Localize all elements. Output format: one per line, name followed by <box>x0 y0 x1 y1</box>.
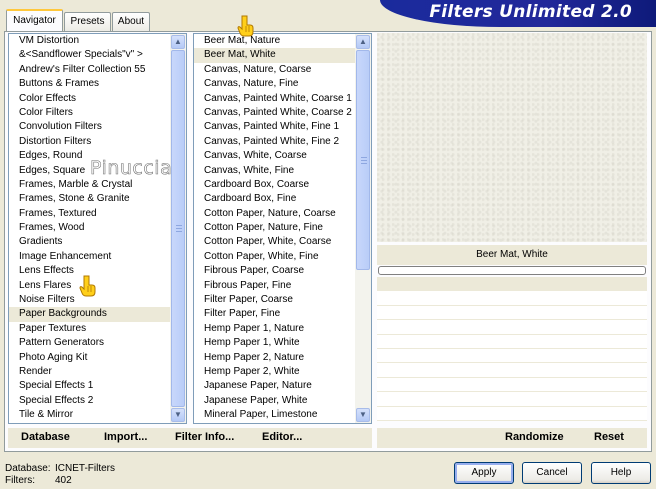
filter-list-item[interactable]: Cotton Paper, Nature, Fine <box>194 221 355 235</box>
parameter-row[interactable] <box>377 320 647 335</box>
filter-list-item[interactable]: Canvas, Nature, Fine <box>194 77 355 91</box>
filter-list-item[interactable]: Hemp Paper 1, White <box>194 336 355 350</box>
filter-list-item[interactable]: Canvas, Painted White, Fine 2 <box>194 135 355 149</box>
app-banner: Filters Unlimited 2.0 <box>380 0 656 27</box>
filter-list-item[interactable]: Mineral Paper, Limestone <box>194 408 355 422</box>
list-toolbar: Database Import... Filter Info... Editor… <box>8 428 372 448</box>
filter-list-item[interactable]: Cardboard Box, Fine <box>194 192 355 206</box>
pointing-hand-icon <box>78 274 98 301</box>
category-list-item[interactable]: Convolution Filters <box>9 120 170 134</box>
scroll-thumb[interactable] <box>356 50 370 270</box>
preview-toolbar: Randomize Reset <box>377 428 647 448</box>
scroll-down-arrow-icon[interactable]: ▼ <box>171 408 185 422</box>
filter-scrollbar[interactable]: ▲ ▼ <box>355 34 371 423</box>
category-list-item[interactable]: Frames, Stone & Granite <box>9 192 170 206</box>
parameter-row[interactable] <box>377 363 647 378</box>
category-list-item[interactable]: Buttons & Frames <box>9 77 170 91</box>
category-list-item[interactable]: Render <box>9 365 170 379</box>
preview-parameter-field[interactable] <box>378 266 646 275</box>
filter-list-item[interactable]: Canvas, White, Fine <box>194 164 355 178</box>
filter-list-item[interactable]: Filter Paper, Coarse <box>194 293 355 307</box>
cancel-button[interactable]: Cancel <box>522 462 582 484</box>
tab-about[interactable]: About <box>112 12 150 31</box>
category-list-item[interactable]: Frames, Marble & Crystal <box>9 178 170 192</box>
randomize-button[interactable]: Randomize <box>505 431 564 443</box>
filter-list-item[interactable]: Hemp Paper 2, Nature <box>194 351 355 365</box>
editor-button[interactable]: Editor... <box>262 431 302 443</box>
filter-list-item[interactable]: Hemp Paper 1, Nature <box>194 322 355 336</box>
filter-list-item[interactable]: Cotton Paper, White, Coarse <box>194 235 355 249</box>
parameter-rows <box>377 277 647 421</box>
scroll-up-arrow-icon[interactable]: ▲ <box>171 35 185 49</box>
filter-list-item[interactable]: Filter Paper, Fine <box>194 307 355 321</box>
watermark-text: Pinuccia <box>90 157 173 180</box>
tab-navigator[interactable]: Navigator <box>6 9 63 31</box>
category-list-item[interactable]: Image Enhancement <box>9 250 170 264</box>
reset-button[interactable]: Reset <box>594 431 624 443</box>
database-button[interactable]: Database <box>21 431 70 443</box>
category-items: VM Distortion &<Sandflower Specials"v" > A… <box>9 34 170 423</box>
category-list-item[interactable]: Special Effects 1 <box>9 379 170 393</box>
category-list-item[interactable]: Color Effects <box>9 92 170 106</box>
database-value: ICNET-Filters <box>55 463 115 474</box>
database-label: Database: <box>5 463 51 474</box>
scroll-down-arrow-icon[interactable]: ▼ <box>356 408 370 422</box>
filter-list[interactable]: Beer Mat, Nature Beer Mat, White Canvas, N… <box>193 33 372 424</box>
category-list-item[interactable]: Gradients <box>9 235 170 249</box>
category-list-item[interactable]: Special Effects 2 <box>9 394 170 408</box>
parameter-row[interactable] <box>377 348 647 364</box>
filter-preview-image <box>377 33 647 242</box>
category-list-item[interactable]: Andrew's Filter Collection 55 <box>9 63 170 77</box>
filter-list-item[interactable]: Beer Mat, White <box>194 48 355 63</box>
category-list-item[interactable]: Tile & Mirror <box>9 408 170 422</box>
category-list-item[interactable]: Frames, Wood <box>9 221 170 235</box>
filter-list-item[interactable]: Cotton Paper, Nature, Coarse <box>194 207 355 221</box>
filter-items: Beer Mat, Nature Beer Mat, White Canvas, N… <box>194 34 355 423</box>
parameter-row[interactable] <box>377 291 647 306</box>
filter-list-item[interactable]: Beer Mat, Nature <box>194 34 355 48</box>
filter-list-item[interactable]: Cotton Paper, White, Fine <box>194 250 355 264</box>
scroll-thumb[interactable] <box>171 50 185 407</box>
parameter-row[interactable] <box>377 334 647 349</box>
filter-list-item[interactable]: Japanese Paper, White <box>194 394 355 408</box>
category-list-item[interactable]: Distortion Filters <box>9 135 170 149</box>
filter-list-item[interactable]: Canvas, Painted White, Fine 1 <box>194 120 355 134</box>
category-list-item[interactable]: Color Filters <box>9 106 170 120</box>
category-list-item[interactable]: VM Distortion <box>9 34 170 48</box>
category-scrollbar[interactable]: ▲ ▼ <box>170 34 186 423</box>
filter-list-item[interactable]: Canvas, Painted White, Coarse 2 <box>194 106 355 120</box>
pointing-hand-icon <box>236 14 256 41</box>
filters-label: Filters: <box>5 475 35 486</box>
filter-list-item[interactable]: Fibrous Paper, Coarse <box>194 264 355 278</box>
parameter-row[interactable] <box>377 377 647 393</box>
category-list-item[interactable]: Paper Textures <box>9 322 170 336</box>
parameter-row[interactable] <box>377 305 647 321</box>
filter-info-button[interactable]: Filter Info... <box>175 431 234 443</box>
filter-list-item[interactable]: Cardboard Box, Coarse <box>194 178 355 192</box>
scroll-up-arrow-icon[interactable]: ▲ <box>356 35 370 49</box>
filter-list-item[interactable]: Hemp Paper 2, White <box>194 365 355 379</box>
filter-list-item[interactable]: Japanese Paper, Nature <box>194 379 355 393</box>
filters-count: 402 <box>55 475 72 486</box>
category-list-item[interactable]: Paper Backgrounds <box>9 307 170 322</box>
tab-presets[interactable]: Presets <box>64 12 111 31</box>
filter-list-item[interactable]: Fibrous Paper, Fine <box>194 279 355 293</box>
preview-title: Beer Mat, White <box>377 245 647 265</box>
apply-button[interactable]: Apply <box>454 462 514 484</box>
import-button[interactable]: Import... <box>104 431 147 443</box>
category-list-item[interactable]: Photo Aging Kit <box>9 351 170 365</box>
parameter-row[interactable] <box>377 277 647 292</box>
help-button[interactable]: Help <box>591 462 651 484</box>
filter-list-item[interactable]: Canvas, White, Coarse <box>194 149 355 163</box>
status-info: Database: ICNET-Filters Filters: 402 <box>5 463 115 487</box>
parameter-row[interactable] <box>377 392 647 407</box>
filter-list-item[interactable]: Canvas, Painted White, Coarse 1 <box>194 92 355 106</box>
category-list[interactable]: VM Distortion &<Sandflower Specials"v" > A… <box>8 33 187 424</box>
category-list-item[interactable]: Frames, Textured <box>9 207 170 221</box>
category-list-item[interactable]: Pattern Generators <box>9 336 170 350</box>
category-list-item[interactable]: &<Sandflower Specials"v" > <box>9 48 170 62</box>
parameter-row[interactable] <box>377 406 647 421</box>
filter-list-item[interactable]: Canvas, Nature, Coarse <box>194 63 355 77</box>
